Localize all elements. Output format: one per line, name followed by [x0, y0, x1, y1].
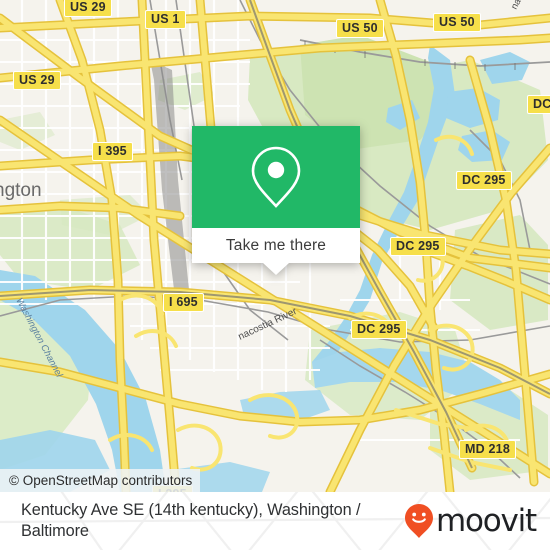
road-shield-label: MD 218	[465, 442, 510, 456]
map-screenshot: Washington Channel nacostia River nacos …	[0, 0, 550, 550]
road-shield-label: US 50	[342, 21, 378, 35]
road-shield: DC 295	[390, 237, 446, 256]
road-shield: DC 295	[456, 171, 512, 190]
popup-action[interactable]: Take me there	[192, 228, 360, 263]
map-pin-icon	[251, 146, 301, 208]
city-label: ngton	[0, 180, 42, 201]
location-title: Kentucky Ave SE (14th kentucky), Washing…	[21, 501, 361, 540]
road-shield: US 29	[13, 71, 61, 90]
road-shield: US 50	[336, 19, 384, 38]
road-shield-label: I 395	[98, 144, 127, 158]
moovit-logo[interactable]: moovit	[404, 503, 537, 539]
attribution-text: © OpenStreetMap contributors	[9, 473, 193, 488]
road-shield: US 1	[145, 10, 186, 29]
road-shield-label: DC 295	[396, 239, 440, 253]
road-shield: DC	[527, 95, 550, 114]
map-canvas[interactable]: Washington Channel nacostia River nacos …	[0, 0, 550, 492]
road-shield: I 695	[163, 293, 204, 312]
road-shield: US 50	[433, 13, 481, 32]
road-shield-label: DC 295	[462, 173, 506, 187]
moovit-smiley-pin-icon	[404, 504, 433, 538]
map-attribution[interactable]: © OpenStreetMap contributors	[0, 469, 201, 492]
road-shield-label: US 29	[19, 73, 55, 87]
road-shield-label: I 695	[169, 295, 198, 309]
road-shield: US 29	[64, 0, 112, 17]
road-shield-label: US 1	[151, 12, 180, 26]
location-popup[interactable]: Take me there	[192, 126, 360, 275]
road-shield-label: DC 295	[357, 322, 401, 336]
moovit-wordmark: moovit	[435, 503, 537, 539]
road-shield: I 395	[92, 142, 133, 161]
road-shield-label: DC	[533, 97, 550, 111]
popup-pointer	[263, 263, 289, 275]
road-shield-label: US 29	[70, 0, 106, 14]
road-shield: DC 295	[351, 320, 407, 339]
popup-header	[192, 126, 360, 228]
road-shield-label: US 50	[439, 15, 475, 29]
footer-bar: Kentucky Ave SE (14th kentucky), Washing…	[0, 492, 550, 550]
road-shield: MD 218	[459, 440, 516, 459]
take-me-there-label: Take me there	[225, 236, 327, 254]
